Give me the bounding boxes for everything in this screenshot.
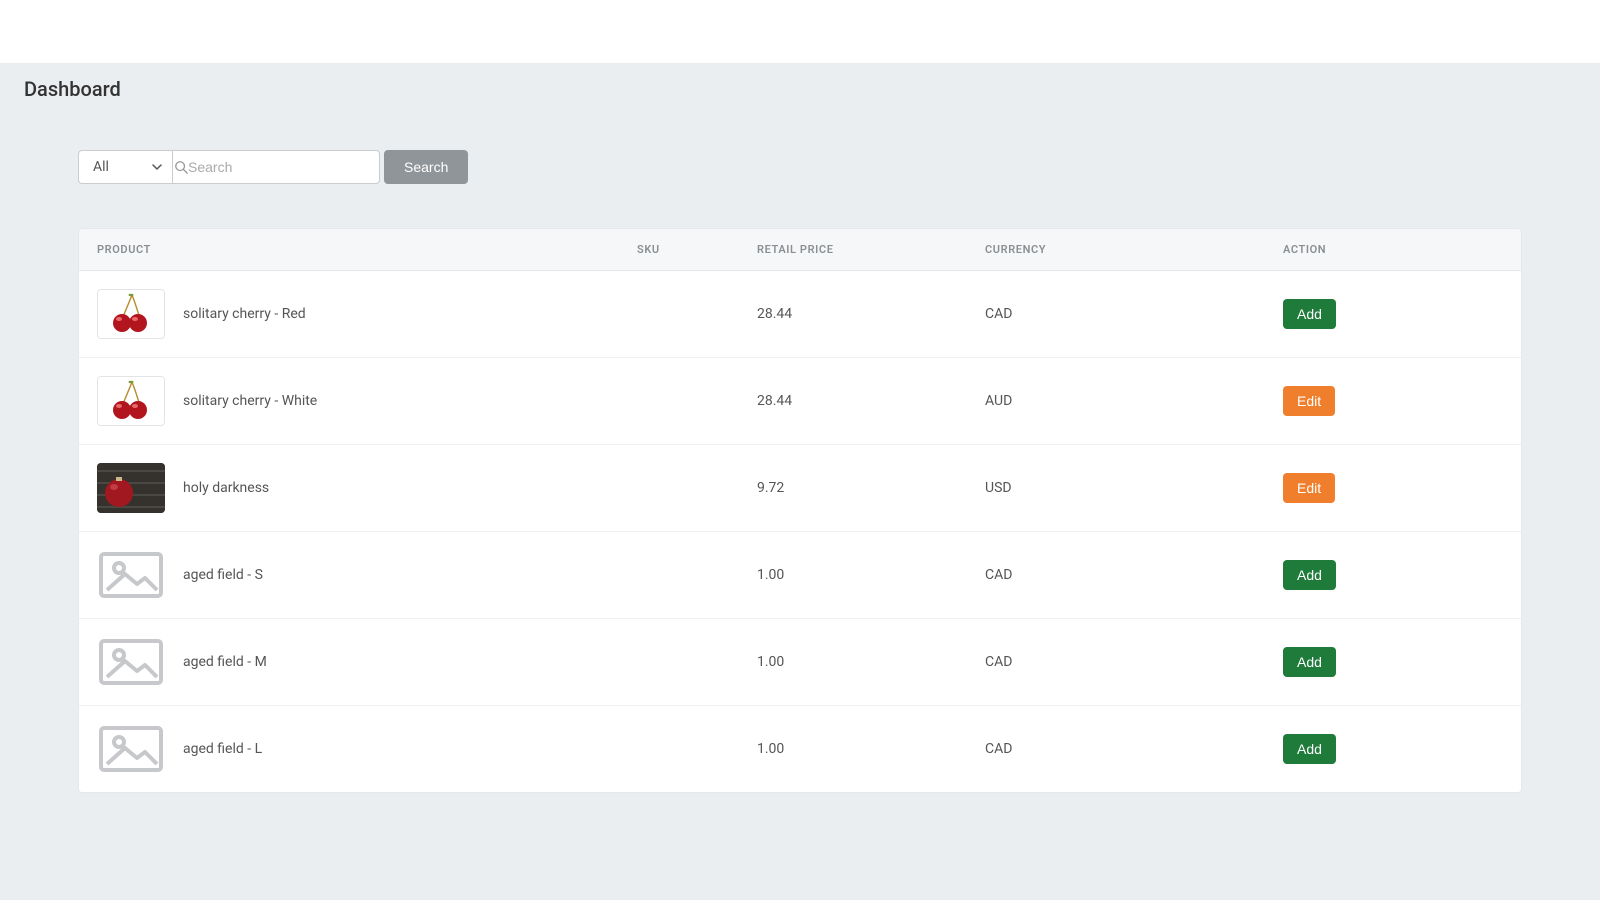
cell-action: Edit (1283, 473, 1503, 503)
product-thumbnail (97, 289, 165, 339)
product-table: Product SKU Retail Price Currency Action… (78, 228, 1522, 793)
col-sku: SKU (637, 243, 757, 256)
product-thumbnail (97, 376, 165, 426)
cell-currency: USD (985, 480, 1283, 496)
col-retail: Retail Price (757, 243, 985, 256)
cell-currency: CAD (985, 306, 1283, 322)
cell-product: holy darkness (97, 463, 637, 513)
add-button[interactable]: Add (1283, 734, 1336, 764)
product-thumbnail (97, 463, 165, 513)
filter-row: All Search (78, 150, 1522, 184)
cell-product: solitary cherry - White (97, 376, 637, 426)
table-row: aged field - M 1.00 CAD Add (79, 619, 1521, 706)
cell-price: 28.44 (757, 393, 985, 409)
col-product: Product (97, 243, 637, 256)
product-name: solitary cherry - Red (183, 306, 306, 322)
col-currency: Currency (985, 243, 1283, 256)
search-input[interactable] (188, 151, 379, 183)
search-icon (173, 160, 188, 174)
table-body: solitary cherry - Red 28.44 CAD Add soli… (79, 271, 1521, 792)
product-thumbnail (97, 637, 165, 687)
cell-price: 1.00 (757, 567, 985, 583)
content-stage: All Search Product SKU Retail Price Curr… (0, 114, 1600, 900)
product-name: solitary cherry - White (183, 393, 317, 409)
page-header: Dashboard (0, 63, 1600, 114)
cell-product: aged field - M (97, 637, 637, 687)
table-row: solitary cherry - Red 28.44 CAD Add (79, 271, 1521, 358)
cell-action: Edit (1283, 386, 1503, 416)
product-name: aged field - S (183, 567, 263, 583)
cell-price: 28.44 (757, 306, 985, 322)
edit-button[interactable]: Edit (1283, 386, 1335, 416)
col-action: Action (1283, 243, 1503, 256)
product-name: holy darkness (183, 480, 269, 496)
product-thumbnail (97, 550, 165, 600)
cell-product: aged field - L (97, 724, 637, 774)
cell-product: aged field - S (97, 550, 637, 600)
add-button[interactable]: Add (1283, 560, 1336, 590)
cell-currency: CAD (985, 567, 1283, 583)
cell-price: 9.72 (757, 480, 985, 496)
cell-product: solitary cherry - Red (97, 289, 637, 339)
product-name: aged field - L (183, 741, 262, 757)
cell-action: Add (1283, 560, 1503, 590)
table-row: aged field - S 1.00 CAD Add (79, 532, 1521, 619)
product-thumbnail (97, 724, 165, 774)
cell-action: Add (1283, 647, 1503, 677)
table-row: holy darkness 9.72 USD Edit (79, 445, 1521, 532)
cell-action: Add (1283, 734, 1503, 764)
product-name: aged field - M (183, 654, 267, 670)
filter-select-value: All (93, 159, 109, 175)
edit-button[interactable]: Edit (1283, 473, 1335, 503)
cell-action: Add (1283, 299, 1503, 329)
table-row: aged field - L 1.00 CAD Add (79, 706, 1521, 792)
cell-currency: CAD (985, 654, 1283, 670)
top-spacer (0, 0, 1600, 63)
cell-currency: AUD (985, 393, 1283, 409)
panel: All Search Product SKU Retail Price Curr… (50, 114, 1550, 900)
table-row: solitary cherry - White 28.44 AUD Edit (79, 358, 1521, 445)
cell-price: 1.00 (757, 654, 985, 670)
search-field (172, 150, 380, 184)
cell-currency: CAD (985, 741, 1283, 757)
search-button[interactable]: Search (384, 150, 468, 184)
page-title: Dashboard (24, 77, 121, 101)
chevron-down-icon (152, 162, 162, 172)
add-button[interactable]: Add (1283, 299, 1336, 329)
filter-select[interactable]: All (78, 150, 172, 184)
cell-price: 1.00 (757, 741, 985, 757)
add-button[interactable]: Add (1283, 647, 1336, 677)
table-header: Product SKU Retail Price Currency Action (79, 229, 1521, 271)
